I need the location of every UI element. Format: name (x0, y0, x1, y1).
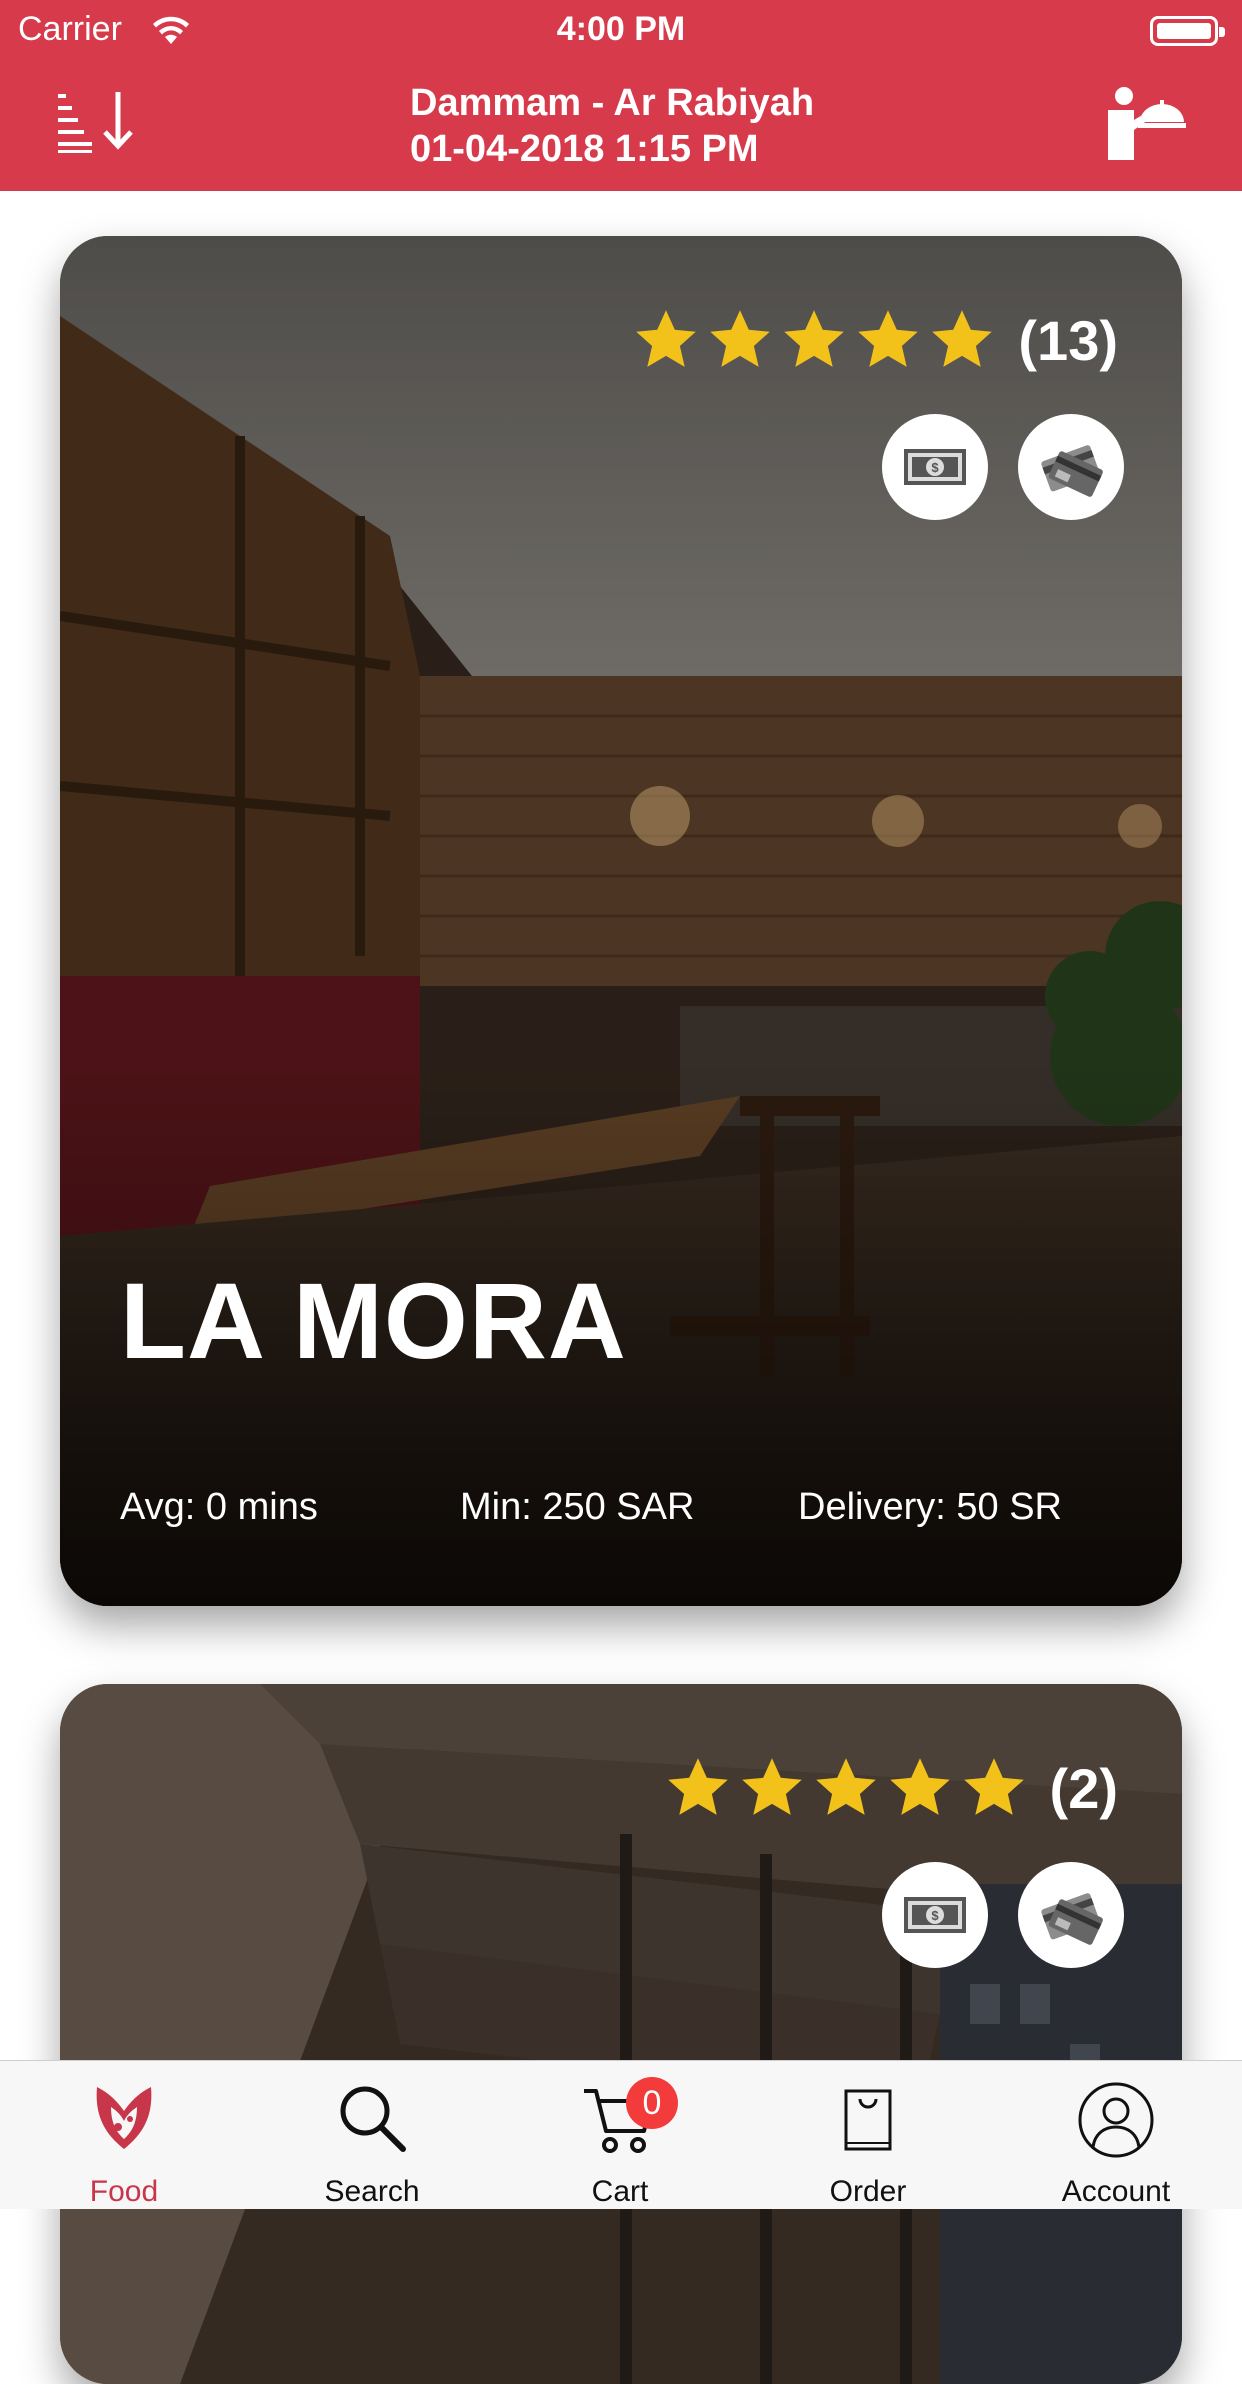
delivery-fee: Delivery: 50 SR (798, 1486, 1062, 1528)
tab-order[interactable]: Order (768, 2061, 968, 2209)
sort-icon[interactable] (56, 88, 140, 158)
photo-overlay (60, 236, 1182, 1606)
tab-search-label: Search (324, 2175, 420, 2208)
tab-food-label: Food (89, 2175, 159, 2208)
cash-icon: $ (904, 449, 966, 485)
star-icon (741, 1758, 802, 1815)
food-logo-icon (96, 2087, 152, 2149)
waiter-icon[interactable] (1102, 86, 1188, 166)
svg-text:$: $ (931, 460, 939, 475)
tab-cart[interactable]: 0 Cart (520, 2061, 720, 2209)
status-bar: Carrier 4:00 PM (0, 0, 1242, 60)
cash-icon: $ (904, 1897, 966, 1933)
rating-row: (2) (664, 1754, 1118, 1822)
review-count: (2) (1049, 1756, 1118, 1820)
restaurant-card[interactable]: (13) $ LA MORA Avg: 0 mins Min: 250 SAR … (60, 236, 1182, 1606)
tab-order-label: Order (829, 2175, 907, 2208)
star-icon (963, 1758, 1024, 1815)
search-icon (340, 2086, 406, 2152)
star-icon (815, 1758, 876, 1815)
review-count: (13) (1018, 308, 1118, 372)
restaurant-name: LA MORA (120, 1260, 627, 1381)
status-time: 4:00 PM (556, 10, 686, 48)
header-location: Dammam - Ar Rabiyah (410, 82, 815, 124)
star-icon (784, 310, 845, 367)
min-order: Min: 250 SAR (460, 1486, 695, 1528)
tab-account[interactable]: Account (1016, 2061, 1216, 2209)
tab-account-label: Account (1061, 2175, 1171, 2208)
tab-bar: Food Search 0 Cart Order Account (0, 2060, 1242, 2209)
user-icon (1078, 2082, 1154, 2158)
cash-payment-badge: $ (882, 414, 988, 520)
tab-cart-label: Cart (591, 2175, 649, 2208)
header-bar: Carrier 4:00 PM Dammam - Ar Rabiyah 01-0… (0, 0, 1242, 191)
restaurant-card[interactable]: (2) $ (60, 1684, 1182, 2384)
cash-payment-badge: $ (882, 1862, 988, 1968)
card-payment-badge (1018, 1862, 1124, 1968)
star-icon (667, 1758, 728, 1815)
tab-search[interactable]: Search (272, 2061, 472, 2209)
tab-food[interactable]: Food (24, 2061, 224, 2209)
star-icon (636, 310, 697, 367)
header-location-block[interactable]: Dammam - Ar Rabiyah 01-04-2018 1:15 PM (410, 80, 814, 172)
shopping-bag-icon (844, 2089, 892, 2151)
card-payment-badge (1018, 414, 1124, 520)
star-icon (710, 310, 771, 367)
cart-count-badge: 0 (626, 2077, 678, 2129)
star-icon (889, 1758, 950, 1815)
rating-row: (13) (632, 306, 1118, 374)
star-icon (932, 310, 993, 367)
credit-card-icon (1041, 445, 1103, 497)
star-icon (858, 310, 919, 367)
credit-card-icon (1041, 1893, 1103, 1945)
avg-time: Avg: 0 mins (120, 1486, 318, 1528)
battery-icon (1150, 16, 1225, 46)
header-datetime: 01-04-2018 1:15 PM (410, 128, 759, 170)
svg-text:$: $ (931, 1908, 939, 1923)
